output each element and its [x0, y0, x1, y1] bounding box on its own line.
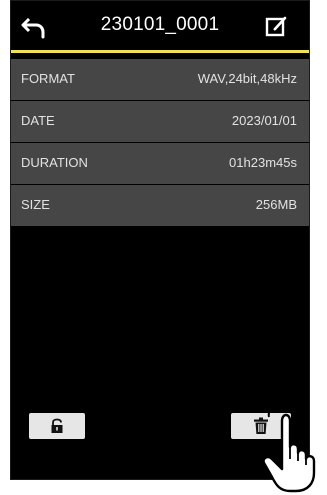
- info-row-size: SIZE 256MB: [11, 185, 309, 226]
- file-info-screen: 230101_0001 FORMAT WAV,24bit,48kHz DATE …: [10, 0, 310, 480]
- edit-icon: [265, 16, 287, 37]
- info-value: WAV,24bit,48kHz: [197, 71, 297, 86]
- trash-icon: [254, 417, 268, 434]
- info-list: FORMAT WAV,24bit,48kHz DATE 2023/01/01 D…: [11, 59, 309, 227]
- delete-button[interactable]: [231, 413, 291, 439]
- back-button[interactable]: [21, 13, 49, 41]
- info-row-date: DATE 2023/01/01: [11, 101, 309, 142]
- header-accent-line: [11, 50, 309, 53]
- info-label: DURATION: [21, 155, 88, 170]
- edit-button[interactable]: [263, 13, 291, 41]
- lock-toggle-button[interactable]: [29, 413, 85, 439]
- header-bar: 230101_0001: [11, 1, 309, 53]
- info-label: FORMAT: [21, 71, 75, 86]
- info-label: DATE: [21, 113, 55, 128]
- device-illustration: 230101_0001 FORMAT WAV,24bit,48kHz DATE …: [0, 0, 327, 495]
- info-row-duration: DURATION 01h23m45s: [11, 143, 309, 184]
- info-row-format: FORMAT WAV,24bit,48kHz: [11, 59, 309, 100]
- info-value: 01h23m45s: [229, 155, 297, 170]
- back-arrow-icon: [21, 17, 45, 39]
- info-label: SIZE: [21, 197, 50, 212]
- info-value: 256MB: [255, 197, 297, 212]
- info-value: 2023/01/01: [231, 113, 297, 128]
- unlock-icon: [51, 418, 63, 433]
- file-title: 230101_0001: [100, 14, 220, 35]
